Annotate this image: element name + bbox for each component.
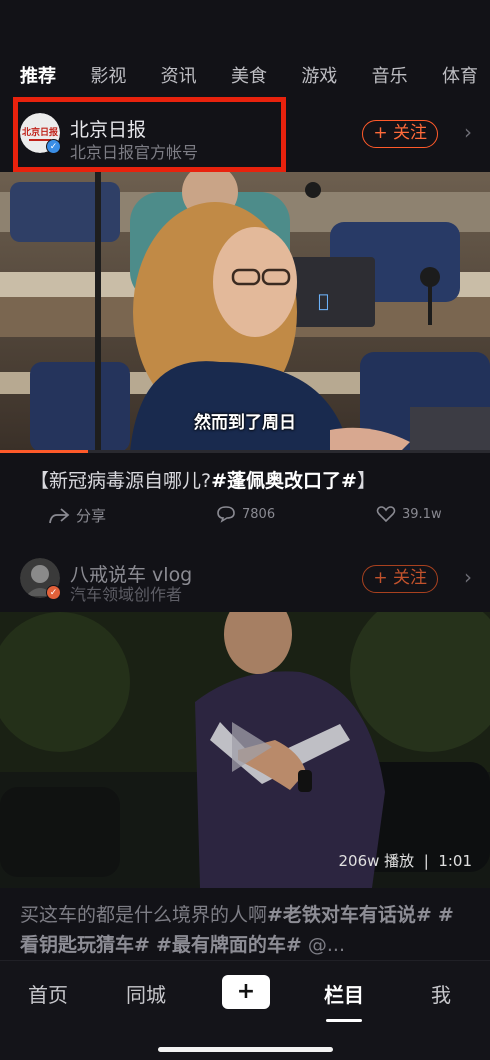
video-stats: 206w 播放 | 1:01 xyxy=(338,852,473,870)
nav-home[interactable]: 首页 xyxy=(28,979,68,1008)
video-progress-bar[interactable] xyxy=(0,450,490,453)
nav-me[interactable]: 我 xyxy=(431,979,451,1008)
tab-movies[interactable]: 影视 xyxy=(90,62,126,96)
video-duration: 1:01 xyxy=(438,852,472,870)
tab-music[interactable]: 音乐 xyxy=(372,62,408,96)
view-count: 206w 播放 xyxy=(338,852,415,870)
svg-text::  xyxy=(318,291,329,312)
tab-games[interactable]: 游戏 xyxy=(301,62,337,96)
action-bar-1: 分享 7806 39.1w xyxy=(0,505,490,531)
chevron-right-icon[interactable]: › xyxy=(464,120,472,144)
nav-local[interactable]: 同城 xyxy=(126,979,166,1008)
video-subtitle: 然而到了周日 xyxy=(194,413,296,433)
nav-active-indicator xyxy=(326,1019,362,1022)
video-player-1[interactable]:  然而到了周日 xyxy=(0,172,490,452)
video-frame-2 xyxy=(0,612,490,888)
chevron-right-icon[interactable]: › xyxy=(464,565,472,589)
account-description: 汽车领域创作者 xyxy=(70,585,183,604)
bottom-nav: 首页 同城 + 栏目 我 xyxy=(0,960,490,1060)
verified-icon: ✓ xyxy=(46,585,61,600)
share-icon xyxy=(49,507,70,523)
like-count: 39.1w xyxy=(402,506,442,522)
video-thumbnail-2[interactable]: 206w 播放 | 1:01 xyxy=(0,612,490,888)
like-button[interactable]: 39.1w xyxy=(376,505,442,523)
comment-icon xyxy=(217,506,235,523)
share-label: 分享 xyxy=(76,507,107,525)
tab-sports[interactable]: 体育 xyxy=(442,62,478,96)
video-title-2[interactable]: 买这车的都是什么境界的人啊#老铁对车有话说# #看钥匙玩猜车# #最有牌面的车#… xyxy=(20,900,470,960)
video-progress-fill xyxy=(0,450,89,453)
create-button[interactable]: + xyxy=(222,975,270,1009)
follow-button[interactable]: + 关注 xyxy=(362,565,438,593)
heart-icon xyxy=(376,506,396,523)
comment-count: 7806 xyxy=(242,506,276,522)
account-header-2[interactable]: ✓ 八戒说车 vlog 汽车领域创作者 + 关注 › xyxy=(0,545,490,615)
share-button[interactable]: 分享 xyxy=(48,505,106,526)
tab-recommend[interactable]: 推荐 xyxy=(20,62,56,96)
nav-columns[interactable]: 栏目 xyxy=(324,979,364,1008)
video-title-1[interactable]: 【新冠病毒源自哪儿?#蓬佩奥改口了#】 xyxy=(30,466,376,493)
tab-news[interactable]: 资讯 xyxy=(161,62,197,96)
category-tabs: 推荐 影视 资讯 美食 游戏 音乐 体育 xyxy=(0,62,490,96)
follow-button[interactable]: + 关注 xyxy=(362,120,438,148)
tab-food[interactable]: 美食 xyxy=(231,62,267,96)
home-indicator xyxy=(158,1047,333,1052)
highlight-box xyxy=(13,97,286,172)
comment-button[interactable]: 7806 xyxy=(216,505,275,523)
